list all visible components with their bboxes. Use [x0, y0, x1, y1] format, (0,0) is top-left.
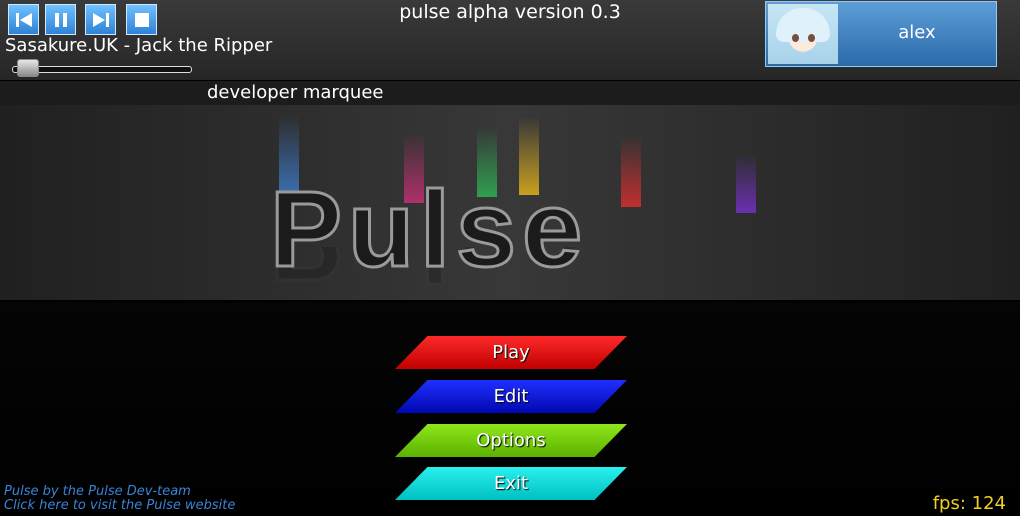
now-playing: Sasakure.UK - Jack the Ripper — [5, 35, 273, 56]
user-panel[interactable]: alex — [765, 1, 997, 67]
seek-slider-handle[interactable] — [17, 59, 39, 77]
options-label: Options — [476, 430, 546, 451]
play-button[interactable]: Play — [395, 336, 627, 369]
fps-counter: fps: 124 — [932, 493, 1006, 514]
credits-link[interactable]: Pulse by the Pulse Dev-team Click here t… — [4, 485, 235, 513]
exit-label: Exit — [493, 473, 529, 494]
play-label: Play — [492, 342, 530, 363]
stop-button[interactable] — [126, 4, 157, 35]
credit-line-1: Pulse by the Pulse Dev-team — [4, 484, 191, 499]
website-link[interactable]: Click here to visit the Pulse website — [4, 499, 235, 513]
seek-slider-track[interactable] — [12, 66, 192, 73]
edit-label: Edit — [493, 386, 529, 407]
pause-button[interactable] — [45, 4, 76, 35]
logo-banner: Pulse Pulse — [0, 105, 1020, 302]
stop-icon — [134, 12, 149, 27]
edit-button[interactable]: Edit — [395, 380, 627, 413]
pause-icon — [54, 12, 67, 27]
next-icon — [92, 12, 109, 27]
pulse-logo: Pulse — [268, 168, 589, 289]
marquee-text: developer marquee — [207, 82, 384, 103]
previous-icon — [15, 12, 32, 27]
previous-button[interactable] — [8, 4, 39, 35]
light-beam — [736, 153, 756, 213]
options-button[interactable]: Options — [395, 424, 627, 457]
next-button[interactable] — [85, 4, 116, 35]
username: alex — [898, 22, 936, 43]
exit-button[interactable]: Exit — [395, 467, 627, 500]
marquee-bar: developer marquee — [0, 80, 1020, 106]
avatar — [768, 4, 838, 64]
light-beam — [621, 135, 641, 207]
